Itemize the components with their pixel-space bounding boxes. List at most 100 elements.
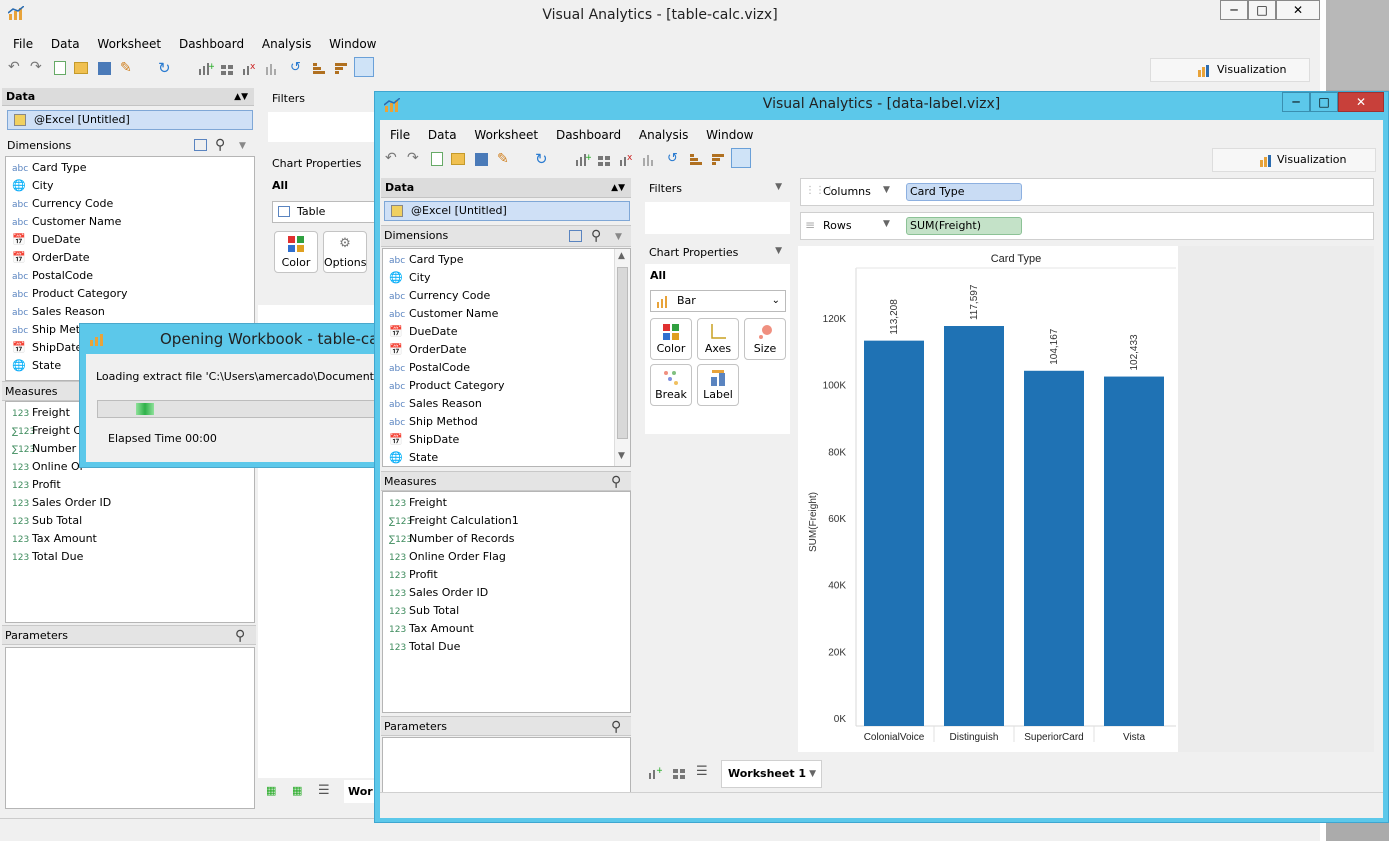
clear-sheet-icon[interactable]: x bbox=[242, 61, 258, 77]
field-item[interactable]: 🌐 State bbox=[12, 357, 61, 375]
field-item[interactable]: 123 Profit bbox=[389, 566, 438, 584]
back-viz-tab[interactable]: Visualization bbox=[1150, 58, 1310, 82]
field-item[interactable]: abc Sales Reason bbox=[12, 303, 105, 321]
sort-arrows-icon[interactable]: ▲▼ bbox=[234, 88, 248, 106]
field-item[interactable]: 123 Online Order Flag bbox=[389, 548, 506, 566]
field-item[interactable]: abc Currency Code bbox=[389, 287, 490, 305]
field-item[interactable]: ∑123Number of Records bbox=[389, 530, 515, 548]
chevron-down-icon[interactable]: ▼ bbox=[239, 137, 246, 155]
field-item[interactable]: ∑123Freight C bbox=[12, 422, 81, 440]
field-item[interactable]: 123 Online Or bbox=[12, 458, 84, 476]
back-options-button[interactable]: ⚙ Options bbox=[323, 231, 367, 273]
front-viz-tab[interactable]: Visualization bbox=[1212, 148, 1376, 172]
front-measures-search-icon[interactable]: ⚲ bbox=[611, 472, 621, 492]
field-item[interactable]: abc Ship Meth bbox=[12, 321, 87, 339]
new-dash-icon[interactable]: ▦ bbox=[292, 784, 302, 797]
front-maximize-button[interactable]: □ bbox=[1310, 92, 1338, 112]
front-minimize-button[interactable]: ─ bbox=[1282, 92, 1310, 112]
field-item[interactable]: 123 Total Due bbox=[12, 548, 83, 566]
menu-worksheet[interactable]: Worksheet bbox=[97, 37, 161, 51]
rows-pill[interactable]: SUM(Freight) bbox=[906, 217, 1022, 235]
new-dashboard-icon[interactable] bbox=[220, 61, 236, 77]
front-menu-worksheet[interactable]: Worksheet bbox=[474, 128, 538, 142]
back-filters-box[interactable] bbox=[268, 112, 378, 142]
field-item[interactable]: 🌐 State bbox=[389, 449, 438, 467]
front-parameters-search-icon[interactable]: ⚲ bbox=[611, 717, 621, 737]
menu-analysis[interactable]: Analysis bbox=[262, 37, 311, 51]
field-item[interactable]: 123 Tax Amount bbox=[12, 530, 97, 548]
menu-window[interactable]: Window bbox=[329, 37, 376, 51]
front-axes-button[interactable]: Axes bbox=[697, 318, 739, 360]
swap-icon[interactable]: ↺ bbox=[290, 60, 306, 76]
bars-icon[interactable] bbox=[264, 61, 280, 77]
field-item[interactable]: abc Product Category bbox=[389, 377, 505, 395]
field-item[interactable]: abc Customer Name bbox=[12, 213, 121, 231]
back-color-button[interactable]: Color bbox=[274, 231, 318, 273]
front-new-worksheet-icon[interactable]: + bbox=[575, 152, 593, 168]
front-chart-type-select[interactable]: Bar ⌄ bbox=[650, 290, 786, 312]
front-break-button[interactable]: Break bbox=[650, 364, 692, 406]
field-item[interactable]: 123 Tax Amount bbox=[389, 620, 474, 638]
field-item[interactable]: abc PostalCode bbox=[389, 359, 470, 377]
front-swap-icon[interactable]: ↺ bbox=[667, 151, 683, 167]
front-dimensions-list[interactable]: abc Card Type 🌐 City abc Currency Code abc Cust… bbox=[382, 248, 631, 467]
front-search-icon[interactable]: ⚲ bbox=[591, 226, 601, 246]
columns-chevron-icon[interactable]: ▼ bbox=[883, 185, 890, 195]
redo-icon[interactable]: ↷ bbox=[30, 59, 46, 75]
field-item[interactable]: 📅 ShipDate bbox=[12, 339, 82, 357]
field-item[interactable]: 123 Sales Order ID bbox=[389, 584, 488, 602]
front-clear-sheet-icon[interactable]: x bbox=[619, 152, 635, 168]
back-worksheet-tab[interactable]: Wor bbox=[344, 780, 377, 803]
front-table-view-icon[interactable] bbox=[569, 230, 582, 242]
field-item[interactable]: 123 Total Due bbox=[389, 638, 460, 656]
scroll-up-icon[interactable]: ▲ bbox=[618, 251, 625, 261]
front-label-button[interactable]: Label bbox=[697, 364, 739, 406]
front-source[interactable]: @Excel [Untitled] bbox=[384, 201, 630, 221]
columns-pill[interactable]: Card Type bbox=[906, 183, 1022, 201]
front-bars-icon[interactable] bbox=[641, 152, 657, 168]
field-item[interactable]: abc Product Category bbox=[12, 285, 128, 303]
back-source[interactable]: @Excel [Untitled] bbox=[7, 110, 253, 130]
front-save-icon[interactable] bbox=[475, 153, 488, 166]
front-dim-scrollbar[interactable]: ▲ ▼ bbox=[614, 249, 630, 466]
sort-asc-icon[interactable] bbox=[312, 61, 328, 77]
front-menu-window[interactable]: Window bbox=[706, 128, 753, 142]
new-icon[interactable] bbox=[54, 61, 66, 75]
table-view-icon[interactable] bbox=[194, 139, 207, 151]
field-item[interactable]: abc Customer Name bbox=[389, 305, 498, 323]
front-menu-dashboard[interactable]: Dashboard bbox=[556, 128, 621, 142]
worksheet-tab-chevron-icon[interactable]: ▼ bbox=[809, 761, 816, 787]
format-icon[interactable]: ✎ bbox=[120, 60, 136, 76]
field-item[interactable]: 123 Freight bbox=[12, 404, 70, 422]
front-parameters-list[interactable] bbox=[382, 737, 631, 793]
filters-chevron-icon[interactable]: ▼ bbox=[775, 182, 782, 192]
menu-file[interactable]: File bbox=[13, 37, 33, 51]
front-new-sheet-icon[interactable]: + bbox=[648, 766, 664, 782]
rows-shelf[interactable]: ≡ Rows ▼ SUM(Freight) bbox=[800, 212, 1374, 240]
save-icon[interactable] bbox=[98, 62, 111, 75]
field-item[interactable]: 123 Profit bbox=[12, 476, 61, 494]
front-color-button[interactable]: Color bbox=[650, 318, 692, 360]
front-list-sheets-icon[interactable]: ☰ bbox=[696, 764, 708, 779]
front-sort-arrows-icon[interactable]: ▲▼ bbox=[611, 178, 625, 198]
front-sort-desc-icon[interactable] bbox=[711, 152, 727, 168]
new-sheet-icon[interactable]: ▦ bbox=[266, 784, 276, 797]
show-me-icon[interactable] bbox=[354, 57, 374, 77]
front-redo-icon[interactable]: ↷ bbox=[407, 150, 423, 166]
parameters-search-icon[interactable]: ⚲ bbox=[235, 626, 245, 646]
field-item[interactable]: abc PostalCode bbox=[12, 267, 93, 285]
back-chart-type-select[interactable]: Table bbox=[272, 201, 378, 223]
columns-shelf[interactable]: ⋮⋮⋮ Columns ▼ Card Type bbox=[800, 178, 1374, 206]
minimize-button[interactable]: ─ bbox=[1220, 0, 1248, 20]
field-item[interactable]: abc Sales Reason bbox=[389, 395, 482, 413]
field-item[interactable]: abc Ship Method bbox=[389, 413, 478, 431]
front-menu-file[interactable]: File bbox=[390, 128, 410, 142]
field-item[interactable]: 📅 ShipDate bbox=[389, 431, 459, 449]
maximize-button[interactable]: □ bbox=[1248, 0, 1276, 20]
front-new-icon[interactable] bbox=[431, 152, 443, 166]
worksheet-tab[interactable]: Worksheet 1 ▼ bbox=[721, 760, 822, 788]
new-worksheet-icon[interactable]: + bbox=[198, 61, 216, 77]
front-undo-icon[interactable]: ↶ bbox=[385, 150, 401, 166]
front-chevron-down-icon[interactable]: ▼ bbox=[615, 227, 622, 247]
field-item[interactable]: ∑123Number o bbox=[12, 440, 86, 458]
